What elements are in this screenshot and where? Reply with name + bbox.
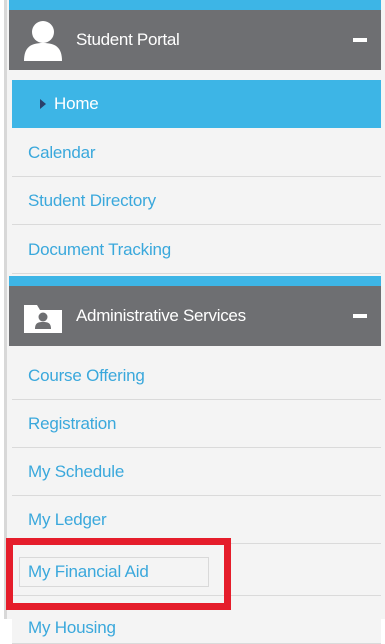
menu-item-document-tracking[interactable]: Document Tracking xyxy=(12,227,381,274)
accent-bar xyxy=(9,0,381,10)
menu-item-label: Document Tracking xyxy=(28,240,172,259)
menu-item-student-directory[interactable]: Student Directory xyxy=(12,178,381,225)
folder-user-icon xyxy=(24,305,62,333)
section-header-administrative-services[interactable]: Administrative Services xyxy=(9,286,381,346)
menu-item-label: Registration xyxy=(28,414,117,433)
section-header-student-portal[interactable]: Student Portal xyxy=(9,10,381,70)
menu-item-label: My Ledger xyxy=(28,510,107,529)
collapse-icon[interactable] xyxy=(353,38,367,42)
section-title: Student Portal xyxy=(76,30,180,49)
menu-item-my-schedule[interactable]: My Schedule xyxy=(12,449,381,496)
accent-bar xyxy=(9,276,381,286)
collapse-icon[interactable] xyxy=(353,314,367,318)
menu-item-home[interactable]: Home xyxy=(12,80,381,128)
menu-item-label: My Schedule xyxy=(28,462,125,481)
section-title: Administrative Services xyxy=(76,306,246,325)
menu-item-label: Calendar xyxy=(28,143,96,162)
menu-item-label: Course Offering xyxy=(28,366,145,385)
menu-item-course-offering[interactable]: Course Offering xyxy=(12,353,381,400)
menu-item-my-financial-aid[interactable]: My Financial Aid xyxy=(12,549,381,596)
user-avatar-icon xyxy=(24,21,62,61)
menu-item-label: My Housing xyxy=(28,618,116,637)
menu-item-my-housing[interactable]: My Housing xyxy=(12,597,381,644)
menu-item-calendar[interactable]: Calendar xyxy=(12,130,381,177)
menu-item-label: Student Directory xyxy=(28,191,156,210)
menu-item-registration[interactable]: Registration xyxy=(12,401,381,448)
menu-item-my-ledger[interactable]: My Ledger xyxy=(12,497,381,544)
menu-item-label: Home xyxy=(54,94,99,113)
chevron-right-icon xyxy=(40,99,46,109)
menu-item-label: My Financial Aid xyxy=(28,562,149,581)
